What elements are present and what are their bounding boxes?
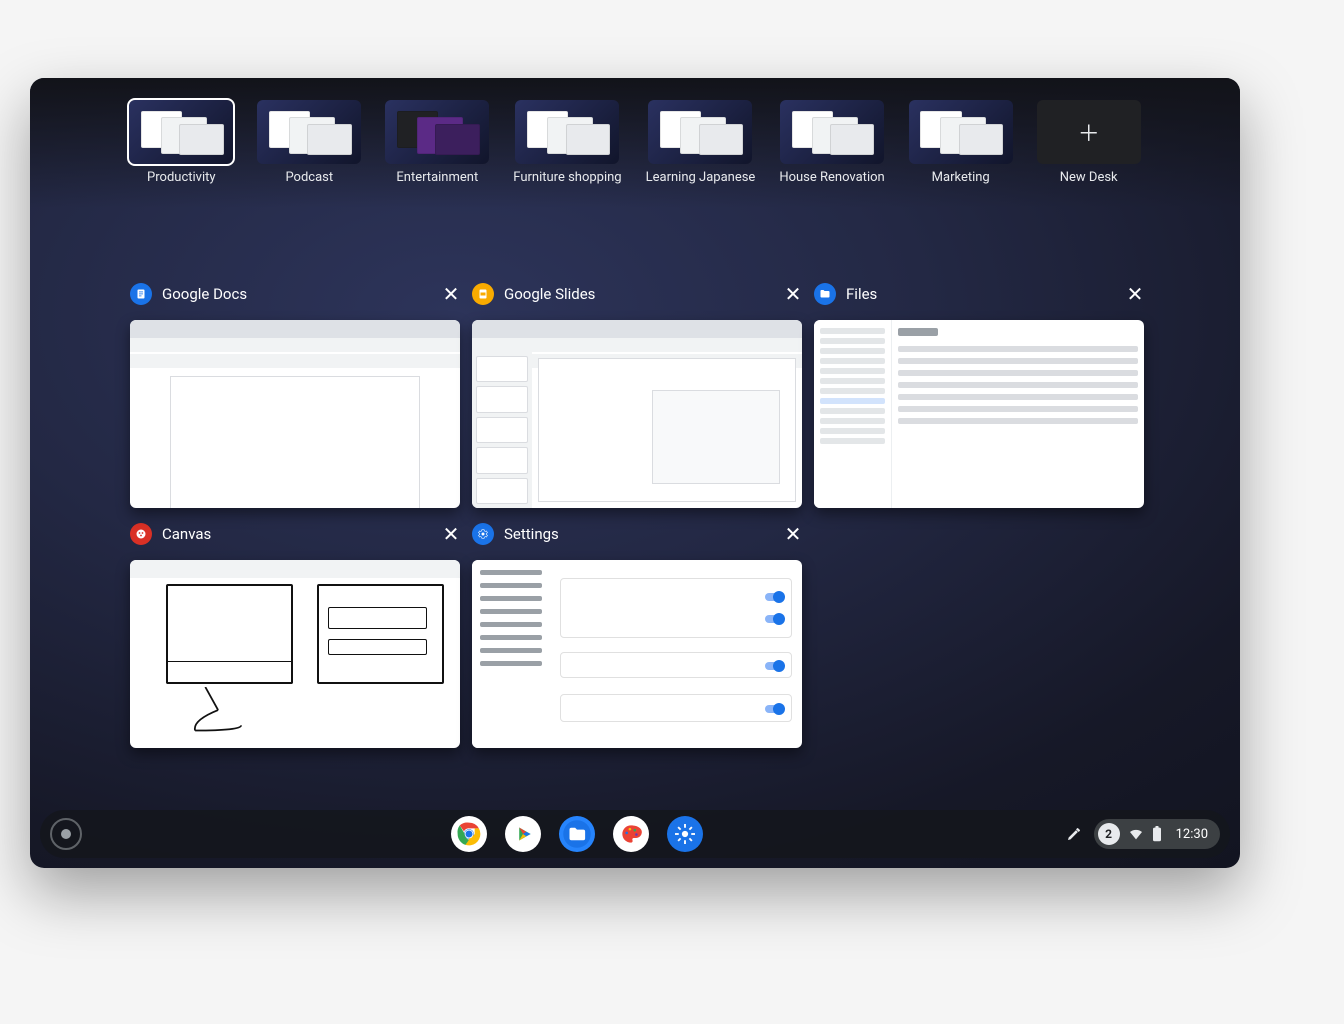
desk-label: Marketing — [932, 170, 990, 185]
desks-bar: Productivity Podcast Entertainment Furni… — [30, 78, 1240, 208]
window-header-slides: Google Slides ✕ — [472, 278, 802, 310]
window-preview-docs[interactable] — [130, 320, 460, 508]
launcher-icon — [61, 829, 71, 839]
chromeos-overview-screen: Productivity Podcast Entertainment Furni… — [30, 78, 1240, 868]
shelf-app-play-store[interactable] — [505, 816, 541, 852]
desk-japanese[interactable]: Learning Japanese — [646, 100, 756, 208]
desk-renovation[interactable]: House Renovation — [779, 100, 884, 208]
window-preview-canvas[interactable] — [130, 560, 460, 748]
desk-label: Entertainment — [396, 170, 478, 185]
shelf: 2 12:30 — [40, 810, 1230, 858]
shelf-app-settings[interactable] — [667, 816, 703, 852]
window-title: Settings — [504, 525, 559, 543]
window-header-canvas: Canvas ✕ — [130, 518, 460, 550]
shelf-app-files[interactable] — [559, 816, 595, 852]
docs-icon — [130, 283, 152, 305]
desk-label: Podcast — [285, 170, 333, 185]
overview-grid: Google Docs ✕ Google Slides ✕ Files ✕ — [30, 208, 1240, 748]
window-title: Canvas — [162, 525, 211, 543]
window-preview-files[interactable] — [814, 320, 1144, 508]
close-icon[interactable]: ✕ — [784, 285, 802, 303]
desk-marketing[interactable]: Marketing — [909, 100, 1013, 208]
desk-label: House Renovation — [779, 170, 884, 185]
window-header-docs: Google Docs ✕ — [130, 278, 460, 310]
notification-count: 2 — [1098, 823, 1120, 845]
desk-productivity[interactable]: Productivity — [129, 100, 233, 208]
desk-furniture[interactable]: Furniture shopping — [513, 100, 621, 208]
close-icon[interactable]: ✕ — [784, 525, 802, 543]
battery-icon — [1152, 826, 1168, 842]
status-area[interactable]: 2 12:30 — [1094, 819, 1220, 849]
window-preview-settings[interactable] — [472, 560, 802, 748]
files-icon — [814, 283, 836, 305]
window-header-settings: Settings ✕ — [472, 518, 802, 550]
stylus-tools-icon[interactable] — [1064, 824, 1084, 844]
clock: 12:30 — [1176, 827, 1208, 842]
settings-icon — [472, 523, 494, 545]
desk-entertainment[interactable]: Entertainment — [385, 100, 489, 208]
slides-icon — [472, 283, 494, 305]
window-preview-slides[interactable] — [472, 320, 802, 508]
canvas-icon — [130, 523, 152, 545]
new-desk-button[interactable]: ＋ New Desk — [1037, 100, 1141, 208]
status-tray: 2 12:30 — [1064, 819, 1220, 849]
close-icon[interactable]: ✕ — [442, 525, 460, 543]
desk-label: Productivity — [147, 170, 215, 185]
close-icon[interactable]: ✕ — [1126, 285, 1144, 303]
shelf-apps — [90, 816, 1064, 852]
window-title: Google Docs — [162, 285, 247, 303]
new-desk-label: New Desk — [1060, 170, 1118, 185]
plus-icon: ＋ — [1078, 116, 1100, 148]
desk-podcast[interactable]: Podcast — [257, 100, 361, 208]
shelf-app-canvas[interactable] — [613, 816, 649, 852]
shelf-app-chrome[interactable] — [451, 816, 487, 852]
desk-label: Furniture shopping — [513, 170, 621, 185]
wifi-icon — [1128, 826, 1144, 842]
launcher-button[interactable] — [50, 818, 82, 850]
desk-label: Learning Japanese — [646, 170, 756, 185]
window-header-files: Files ✕ — [814, 278, 1144, 310]
window-title: Google Slides — [504, 285, 595, 303]
close-icon[interactable]: ✕ — [442, 285, 460, 303]
window-title: Files — [846, 285, 877, 303]
